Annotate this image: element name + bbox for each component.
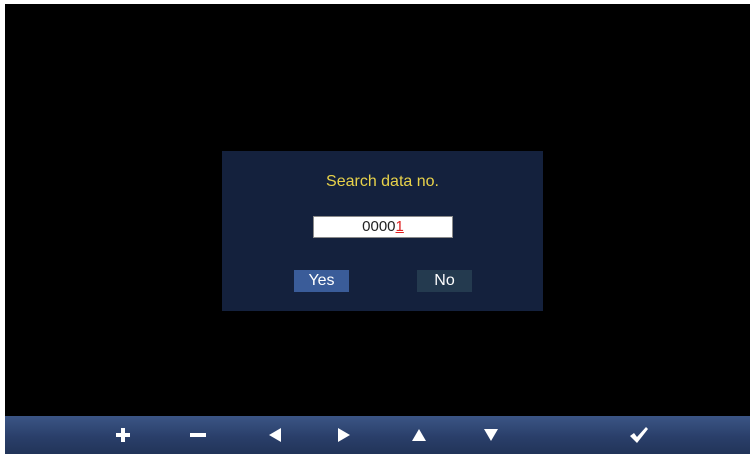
- yes-button[interactable]: Yes: [294, 270, 349, 292]
- up-button[interactable]: [399, 416, 439, 454]
- data-number-cursor-digit: 1: [395, 218, 404, 235]
- display-screen: Search data no. 00001 Yes No: [5, 4, 750, 416]
- minus-icon: [190, 433, 206, 437]
- arrow-down-icon: [484, 429, 498, 441]
- no-button[interactable]: No: [417, 270, 472, 292]
- dialog-title: Search data no.: [326, 173, 439, 190]
- arrow-right-icon: [338, 428, 350, 442]
- right-button[interactable]: [324, 416, 364, 454]
- data-number-digits: 0000: [362, 218, 396, 235]
- down-button[interactable]: [471, 416, 511, 454]
- arrow-up-icon: [412, 429, 426, 441]
- data-number-input[interactable]: 00001: [313, 216, 453, 238]
- arrow-left-icon: [269, 428, 281, 442]
- checkmark-icon: [630, 427, 648, 443]
- search-data-dialog: Search data no. 00001 Yes No: [222, 151, 543, 311]
- bottom-toolbar: [5, 416, 750, 454]
- plus-button[interactable]: [103, 416, 143, 454]
- plus-icon: [116, 428, 130, 442]
- confirm-button[interactable]: [619, 416, 659, 454]
- left-button[interactable]: [255, 416, 295, 454]
- minus-button[interactable]: [178, 416, 218, 454]
